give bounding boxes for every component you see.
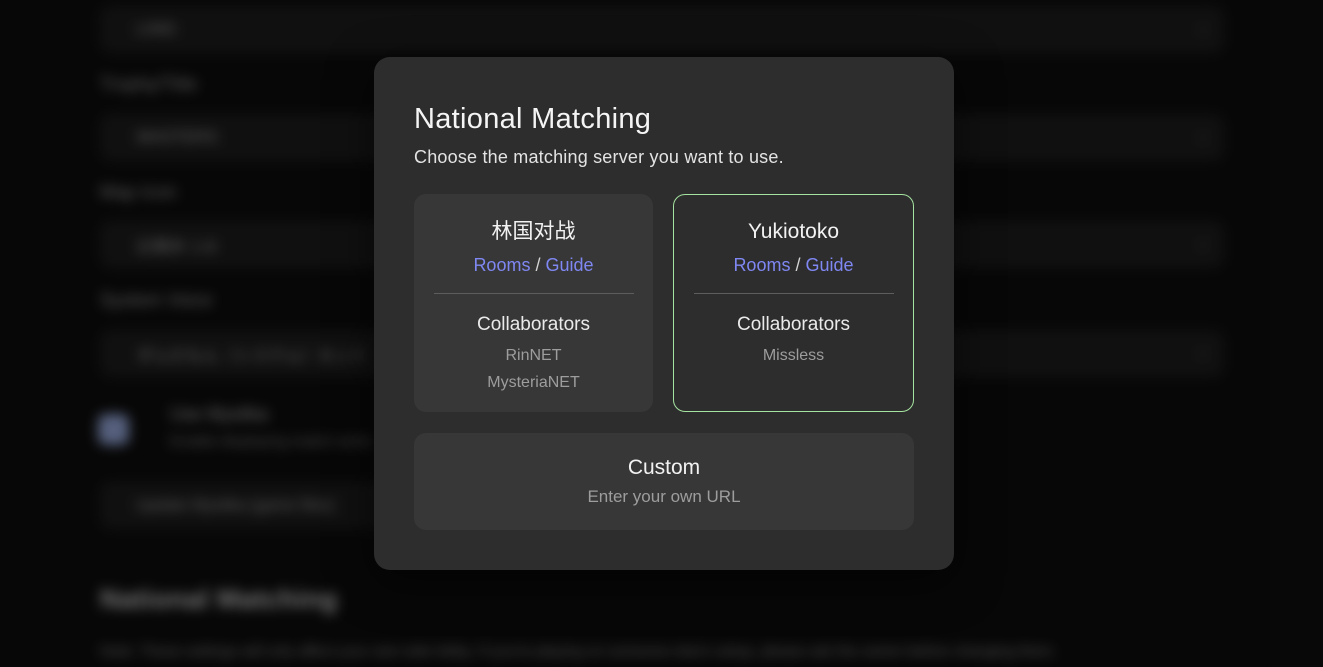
guide-link[interactable]: Guide [546,255,594,275]
server-links: Rooms / Guide [674,252,913,278]
card-divider [694,293,894,294]
national-matching-dialog: National Matching Choose the matching se… [374,57,954,570]
collaborators-list: RinNET MysteriaNET [414,342,653,396]
guide-link[interactable]: Guide [806,255,854,275]
server-name: 林国对战 [414,218,653,246]
dialog-subtitle: Choose the matching server you want to u… [414,147,914,168]
collaborator-name: RinNET [414,342,653,369]
collaborator-name: MysteriaNET [414,369,653,396]
rooms-link[interactable]: Rooms [473,255,530,275]
custom-subtitle: Enter your own URL [587,487,740,507]
collaborators-list: Missless [674,342,913,369]
links-separator: / [795,255,800,275]
custom-server-card[interactable]: Custom Enter your own URL [414,433,914,530]
card-divider [434,293,634,294]
server-links: Rooms / Guide [414,252,653,278]
server-card-yukiotoko[interactable]: Yukiotoko Rooms / Guide Collaborators Mi… [673,194,914,412]
server-card-linguo[interactable]: 林国对战 Rooms / Guide Collaborators RinNET … [414,194,653,412]
custom-title: Custom [628,456,700,480]
server-cards-row: 林国对战 Rooms / Guide Collaborators RinNET … [414,194,914,412]
dialog-title: National Matching [414,103,914,136]
server-name: Yukiotoko [674,218,913,246]
collaborators-heading: Collaborators [674,314,913,336]
rooms-link[interactable]: Rooms [733,255,790,275]
links-separator: / [535,255,540,275]
collaborators-heading: Collaborators [414,314,653,336]
collaborator-name: Missless [674,342,913,369]
